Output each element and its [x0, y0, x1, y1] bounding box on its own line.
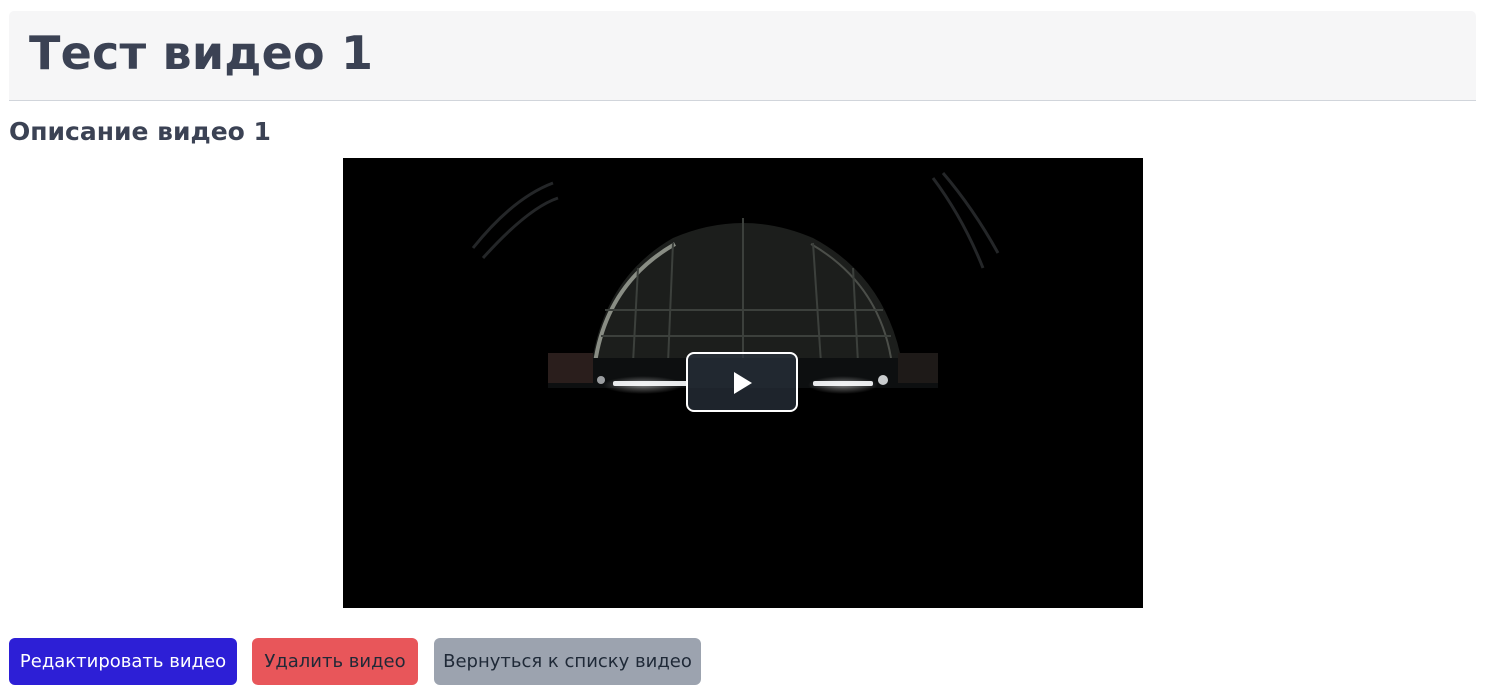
page-header: Тест видео 1: [9, 11, 1476, 101]
back-to-list-button[interactable]: Вернуться к списку видео: [434, 638, 701, 685]
edit-video-button[interactable]: Редактировать видео: [9, 638, 237, 685]
video-player[interactable]: [343, 158, 1143, 608]
play-icon: [734, 372, 752, 394]
play-button[interactable]: [686, 352, 798, 412]
video-description: Описание видео 1: [9, 117, 271, 146]
page-title: Тест видео 1: [29, 26, 374, 80]
delete-video-button[interactable]: Удалить видео: [252, 638, 418, 685]
